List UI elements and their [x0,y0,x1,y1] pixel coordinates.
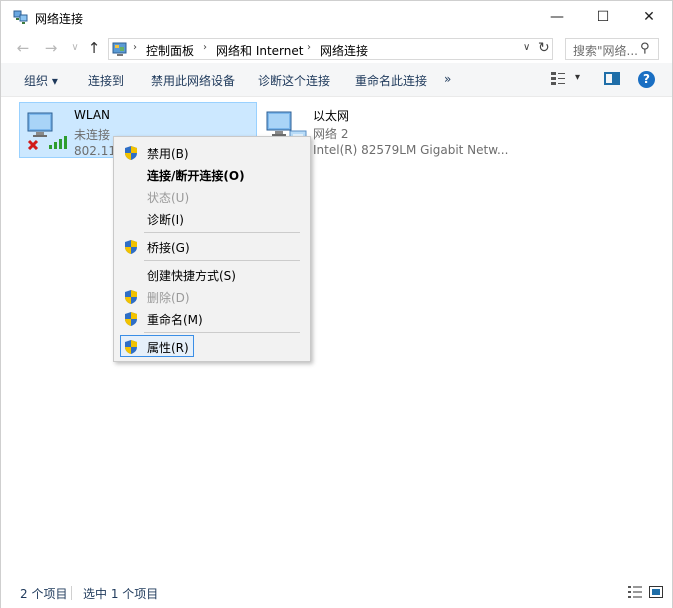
connection-name: WLAN [74,108,111,122]
menu-item-bridge[interactable]: 桥接(G) [114,236,310,257]
menu-separator [144,260,300,261]
network-connections-window: 网络连接 — ☐ ✕ ← → ∨ ↑ › 控制面板 › 网络和 Internet… [0,0,673,608]
menu-item-label: 重命名(M) [147,313,203,327]
large-icons-view-icon[interactable] [649,586,663,598]
close-button[interactable]: ✕ [626,1,672,33]
breadcrumb-separator: › [307,42,311,53]
change-view-icon[interactable] [550,71,566,87]
menu-item-diagnose[interactable]: 诊断(I) [114,208,310,229]
connect-to-button[interactable]: 连接到 [88,72,124,89]
details-view-icon[interactable] [628,586,642,598]
view-options-dropdown-icon[interactable]: ▾ [575,72,580,83]
back-arrow-icon[interactable]: ← [14,39,32,57]
uac-shield-icon [125,146,137,160]
menu-item-label: 诊断(I) [147,213,184,227]
command-toolbar: 组织 ▾ 连接到 禁用此网络设备 诊断这个连接 重命名此连接 » ▾ ? [1,63,672,97]
menu-separator [144,332,300,333]
breadcrumb-network-connections[interactable]: 网络连接 [320,42,368,59]
menu-item-disable[interactable]: 禁用(B) [114,142,310,163]
address-row: ← → ∨ ↑ › 控制面板 › 网络和 Internet › 网络连接 ∨ ↻… [1,33,672,63]
refresh-icon[interactable]: ↻ [538,40,550,56]
menu-item-label: 连接/断开连接(O) [147,169,245,183]
uac-shield-icon [125,290,137,304]
menu-item-connect-disconnect[interactable]: 连接/断开连接(O) [114,164,310,185]
maximize-button[interactable]: ☐ [580,1,626,33]
menu-item-label: 属性(R) [147,341,189,355]
more-commands-button[interactable]: » [444,72,451,86]
search-placeholder: 搜索"网络... [573,44,638,58]
menu-item-properties[interactable]: 属性(R) [120,335,194,357]
menu-item-rename[interactable]: 重命名(M) [114,308,310,329]
network-connections-icon [13,10,28,24]
preview-pane-icon[interactable] [604,72,620,85]
menu-item-create-shortcut[interactable]: 创建快捷方式(S) [114,264,310,285]
forward-arrow-icon[interactable]: → [42,39,60,57]
window-title: 网络连接 [35,12,84,26]
breadcrumb-separator: › [203,42,207,53]
status-separator [71,586,72,600]
wireless-network-disconnected-icon [27,112,67,150]
title-bar: 网络连接 — ☐ ✕ [1,1,672,33]
menu-item-label: 创建快捷方式(S) [147,269,236,283]
menu-item-delete: 删除(D) [114,286,310,307]
organize-button[interactable]: 组织 ▾ [24,72,58,89]
connection-device: Intel(R) 82579LM Gigabit Netw... [313,143,509,157]
control-panel-icon [112,42,127,56]
diagnose-connection-button[interactable]: 诊断这个连接 [258,72,330,89]
rename-connection-button[interactable]: 重命名此连接 [355,72,427,89]
uac-shield-icon [125,340,137,354]
menu-item-status: 状态(U) [114,186,310,207]
recent-locations-chevron-icon[interactable]: ∨ [66,39,84,57]
connection-name: 以太网 [313,109,350,123]
uac-shield-icon [125,312,137,326]
status-bar: 2 个项目 选中 1 个项目 [1,576,672,608]
connection-status: 未连接 [74,128,111,142]
help-icon[interactable]: ? [638,71,655,88]
address-bar[interactable]: › 控制面板 › 网络和 Internet › 网络连接 ∨ ↻ [108,38,553,60]
up-arrow-icon[interactable]: ↑ [85,39,103,57]
uac-shield-icon [125,240,137,254]
selected-count: 选中 1 个项目 [83,587,159,601]
disable-device-button[interactable]: 禁用此网络设备 [151,72,235,89]
search-box[interactable]: 搜索"网络... ⚲ [565,38,659,60]
connection-status: 网络 2 [313,127,349,141]
menu-item-label: 状态(U) [147,191,190,205]
context-menu: 禁用(B) 连接/断开连接(O) 状态(U) 诊断(I) 桥接(G) 创建快捷方… [113,136,311,362]
breadcrumb-separator: › [133,42,137,53]
breadcrumb-control-panel[interactable]: 控制面板 [146,42,194,59]
menu-item-label: 禁用(B) [147,147,189,161]
menu-item-label: 删除(D) [147,291,190,305]
menu-item-label: 桥接(G) [147,241,190,255]
connection-device: 802.11ac [74,144,114,158]
connections-list: WLAN 未连接 802.11ac 以太网 网络 2 Intel(R) 8257… [1,97,672,573]
breadcrumb-network-internet[interactable]: 网络和 Internet [216,42,303,59]
search-icon[interactable]: ⚲ [640,41,650,56]
item-count: 2 个项目 [20,587,68,601]
menu-separator [144,232,300,233]
minimize-button[interactable]: — [534,1,580,33]
address-dropdown-icon[interactable]: ∨ [523,42,530,53]
